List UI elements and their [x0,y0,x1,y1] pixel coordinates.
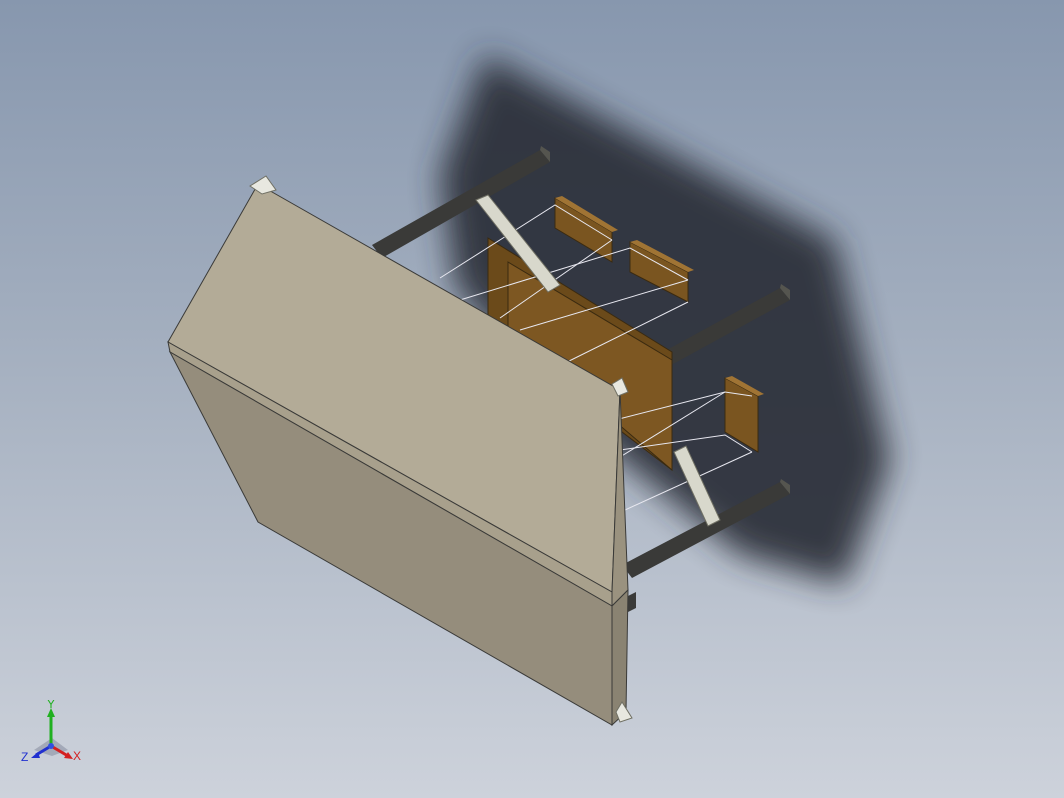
x-axis-label: X [73,749,81,763]
orientation-triad[interactable]: Y X Z [18,700,88,770]
leg-stub [628,592,636,612]
z-axis-label: Z [21,750,28,764]
y-axis-label: Y [47,700,55,711]
model-view[interactable] [0,0,1064,798]
graphics-viewport[interactable]: Y X Z [0,0,1064,798]
triad-origin [48,743,54,749]
